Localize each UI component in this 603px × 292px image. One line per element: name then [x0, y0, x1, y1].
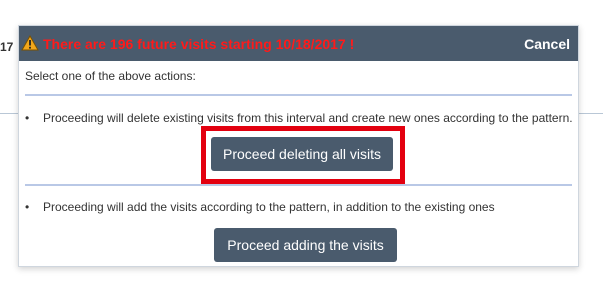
action-prompt: Select one of the above actions:	[25, 69, 196, 83]
option-separator	[25, 184, 572, 186]
add-option-description: • Proceeding will add the visits accordin…	[25, 200, 495, 214]
background-text-fragment: 17	[0, 40, 14, 54]
option-separator	[25, 94, 572, 96]
warning-triangle-icon	[21, 35, 39, 51]
delete-option-text: Proceeding will delete existing visits f…	[43, 111, 573, 125]
cancel-button[interactable]: Cancel	[524, 36, 570, 52]
dialog-header: There are 196 future visits starting 10/…	[19, 26, 578, 61]
background-divider-left	[0, 113, 18, 114]
delete-option-description: • Proceeding will delete existing visits …	[25, 111, 573, 125]
background-divider-right	[579, 113, 603, 114]
add-option-text: Proceeding will add the visits according…	[43, 200, 495, 214]
future-visits-dialog: There are 196 future visits starting 10/…	[18, 25, 579, 267]
highlight-annotation	[201, 126, 405, 184]
bullet-marker: •	[25, 200, 30, 214]
bullet-marker: •	[25, 111, 30, 125]
proceed-adding-button[interactable]: Proceed adding the visits	[214, 228, 397, 262]
dialog-title: There are 196 future visits starting 10/…	[43, 36, 355, 52]
